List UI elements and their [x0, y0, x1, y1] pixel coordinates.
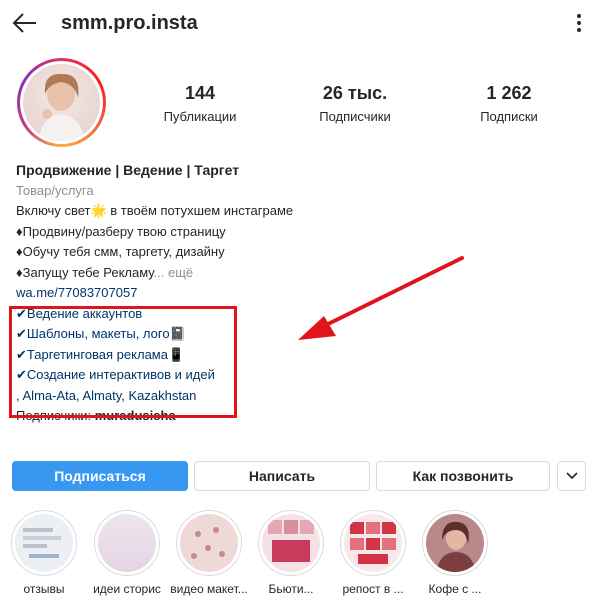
bio-line-4: ♦Запущу тебе Рекламу... ещё [16, 263, 576, 284]
highlight-label: видео макет... [170, 582, 248, 596]
highlight-label: Бьюти... [268, 582, 314, 596]
bio-name: Продвижение | Ведение | Таргет [16, 162, 240, 178]
follow-button[interactable]: Подписаться [12, 461, 188, 491]
stat-following-value: 1 262 [486, 83, 532, 103]
highlight-repost[interactable]: репост в ... [337, 510, 409, 596]
bio-category: Товар/услуга [16, 182, 94, 198]
highlight-label: репост в ... [342, 582, 404, 596]
highlight-beauty[interactable]: Бьюти... [255, 510, 327, 596]
highlight-coffee[interactable]: Кофе с ... [419, 510, 491, 596]
highlight-label: отзывы [23, 582, 65, 596]
avatar-photo [23, 64, 100, 141]
more-vertical-icon[interactable] [572, 12, 586, 36]
message-button[interactable]: Написать [194, 461, 370, 491]
highlight-reviews[interactable]: отзывы [8, 510, 80, 596]
annotation-highlight-box [9, 306, 237, 418]
call-button[interactable]: Как позвонить [376, 461, 550, 491]
highlight-thumbnail [344, 514, 402, 572]
stat-followers-value: 26 тыс. [322, 83, 388, 103]
profile-username: smm.pro.insta [61, 12, 198, 34]
top-bar: smm.pro.insta [0, 0, 600, 50]
stat-followers-label: Подписчики [319, 109, 391, 124]
stat-posts-label: Публикации [163, 109, 237, 124]
highlight-label: Кофе с ... [428, 582, 482, 596]
highlight-thumbnail [15, 514, 73, 572]
profile-avatar[interactable] [17, 58, 106, 147]
highlight-thumbnail [98, 514, 156, 572]
stat-following[interactable]: 1 262 Подписки [444, 83, 574, 124]
stat-following-label: Подписки [480, 109, 538, 124]
stat-followers[interactable]: 26 тыс. Подписчики [290, 83, 420, 124]
bio-line-3: ♦Обучу тебя смм, таргету, дизайну [16, 244, 225, 259]
highlight-story-ideas[interactable]: идеи сторис [91, 510, 163, 596]
bio-line-4-text: ♦Запущу тебе Рекламу [16, 264, 154, 280]
highlight-label: идеи сторис [93, 582, 161, 596]
stat-posts-value: 144 [184, 83, 216, 103]
chevron-down-icon[interactable] [557, 461, 586, 491]
highlight-video-templates[interactable]: видео макет... [170, 510, 248, 596]
bio-more-link[interactable]: ... ещё [154, 265, 194, 280]
bio-line-2: ♦Продвину/разберу твою страницу [16, 223, 226, 239]
bio-line-1: Включу свет🌟 в твоём потухшем инстаграме [16, 203, 294, 218]
bio-website-link[interactable]: wa.me/77083707057 [16, 283, 576, 304]
arrow-left-icon[interactable] [10, 8, 40, 38]
highlight-thumbnail [426, 514, 484, 572]
stat-posts[interactable]: 144 Публикации [135, 83, 265, 124]
highlight-thumbnail [180, 514, 238, 572]
highlight-thumbnail [262, 514, 320, 572]
